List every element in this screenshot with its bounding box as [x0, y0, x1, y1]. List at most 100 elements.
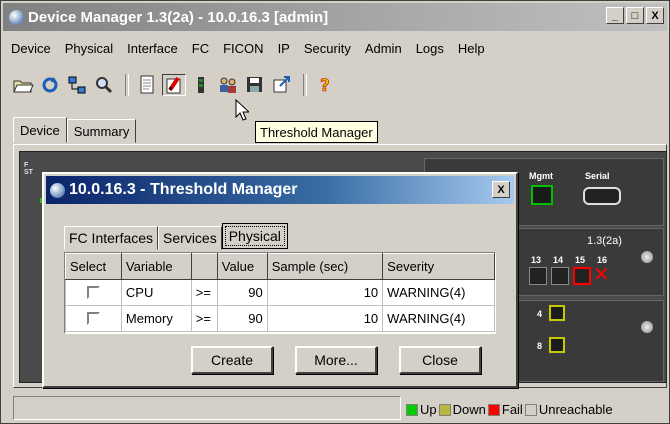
maximize-button[interactable]: □ [626, 7, 644, 24]
variable-cell: CPU [120, 279, 192, 306]
threshold-manager-tooltip: Threshold Manager [255, 121, 378, 143]
dialog-title-bar: 10.0.16.3 - Threshold Manager X [46, 176, 514, 204]
operator-cell: >= [190, 279, 218, 306]
operator-cell: >= [190, 305, 218, 332]
col-severity[interactable]: Severity [382, 253, 495, 280]
tab-physical[interactable]: Physical [221, 223, 288, 249]
sample-cell[interactable]: 10 [266, 305, 384, 332]
col-value[interactable]: Value [216, 253, 268, 280]
tab-fc-interfaces[interactable]: FC Interfaces [64, 226, 159, 250]
threshold-manager-dialog: 10.0.16.3 - Threshold Manager X FC Inter… [42, 172, 518, 388]
menu-fc[interactable]: FC [184, 41, 215, 61]
firmware-version: 1.3(2a) [587, 235, 622, 247]
module-port-4[interactable] [549, 305, 565, 321]
toolbar-separator-2 [303, 74, 307, 96]
main-tabs: Device Summary [13, 117, 137, 143]
variable-cell: Memory [120, 305, 192, 332]
minimize-button[interactable]: _ [606, 7, 624, 24]
mgmt-port[interactable] [531, 185, 553, 205]
tab-device[interactable]: Device [13, 117, 67, 143]
menu-ip[interactable]: IP [270, 41, 296, 61]
dialog-app-icon [50, 182, 65, 198]
col-variable[interactable]: Variable [120, 253, 192, 280]
module-port-8[interactable] [549, 337, 565, 353]
legend-up-swatch [406, 403, 418, 416]
close-button[interactable]: Close [399, 346, 481, 374]
port-13[interactable] [529, 267, 547, 285]
port-15-failed[interactable] [573, 267, 591, 285]
svg-text:?: ? [320, 76, 330, 95]
dialog-close-icon[interactable]: X [492, 181, 510, 198]
port-14-label: 14 [553, 255, 564, 265]
open-icon[interactable] [11, 74, 35, 96]
menu-physical[interactable]: Physical [57, 41, 119, 61]
port-15-label: 15 [575, 255, 586, 265]
status-message-field [13, 396, 401, 420]
legend-fail-swatch [487, 403, 500, 416]
page-icon[interactable] [135, 74, 159, 96]
threshold-table: Select Variable Value Sample (sec) Sever… [64, 252, 496, 334]
menu-device[interactable]: Device [3, 41, 57, 61]
refresh-icon[interactable] [38, 74, 62, 96]
app-icon [9, 9, 24, 25]
value-cell[interactable]: 90 [216, 305, 268, 332]
select-checkbox[interactable] [86, 286, 100, 299]
menu-bar: Device Physical Interface FC FICON IP Se… [3, 41, 491, 61]
threshold-manager-icon[interactable] [162, 74, 186, 96]
status-bar: Up Down Fail Unreachable [13, 394, 667, 422]
legend-unreachable-swatch [524, 403, 537, 416]
screw-icon [641, 251, 653, 263]
close-window-button[interactable]: X [646, 7, 664, 24]
select-cell [65, 305, 122, 332]
col-sample[interactable]: Sample (sec) [266, 253, 384, 280]
legend-down: Down [452, 402, 486, 417]
legend-fail: Fail [501, 402, 523, 417]
table-row[interactable]: CPU >= 90 10 WARNING(4) [65, 279, 495, 306]
zoom-icon[interactable] [92, 74, 116, 96]
network-icon[interactable] [65, 74, 89, 96]
status-legend: Up Down Fail Unreachable [406, 402, 615, 417]
legend-up: Up [420, 402, 437, 417]
mgmt-label: Mgmt [529, 171, 553, 181]
port-13-label: 13 [531, 255, 542, 265]
fail-x-icon: ✕ [593, 264, 610, 286]
col-operator[interactable] [190, 253, 218, 280]
menu-security[interactable]: Security [296, 41, 357, 61]
severity-cell[interactable]: WARNING(4) [382, 305, 495, 332]
col-select[interactable]: Select [65, 253, 122, 280]
menu-help[interactable]: Help [450, 41, 491, 61]
port-14[interactable] [551, 267, 569, 285]
value-cell[interactable]: 90 [216, 279, 268, 306]
serial-label: Serial [585, 171, 610, 181]
toolbar: ? [11, 72, 340, 98]
legend-unreachable: Unreachable [538, 402, 613, 417]
screw-icon-2 [641, 321, 653, 333]
create-button[interactable]: Create [191, 346, 273, 374]
tab-services[interactable]: Services [158, 226, 222, 250]
help-icon[interactable]: ? [313, 74, 337, 96]
serial-port[interactable] [583, 187, 621, 205]
tab-summary[interactable]: Summary [66, 119, 137, 143]
users-icon[interactable] [216, 74, 240, 96]
table-row[interactable]: Memory >= 90 10 WARNING(4) [65, 305, 495, 332]
menu-logs[interactable]: Logs [408, 41, 450, 61]
menu-interface[interactable]: Interface [119, 41, 184, 61]
sample-cell[interactable]: 10 [266, 279, 384, 306]
title-bar: Device Manager 1.3(2a) - 10.0.16.3 [admi… [3, 3, 667, 31]
menu-ficon[interactable]: FICON [215, 41, 269, 61]
module-port-4-label: 4 [537, 309, 543, 319]
select-cell [65, 279, 122, 306]
dialog-title: 10.0.16.3 - Threshold Manager [69, 181, 298, 198]
dialog-tabs: FC Interfaces Services Physical [64, 223, 288, 250]
save-icon[interactable] [243, 74, 267, 96]
bar-icon[interactable] [189, 74, 213, 96]
legend-down-swatch [438, 403, 451, 416]
export-icon[interactable] [270, 74, 294, 96]
severity-cell[interactable]: WARNING(4) [382, 279, 495, 306]
toolbar-separator [125, 74, 129, 96]
menu-admin[interactable]: Admin [357, 41, 408, 61]
more-button[interactable]: More... [295, 346, 377, 374]
window-title: Device Manager 1.3(2a) - 10.0.16.3 [admi… [28, 8, 329, 26]
select-checkbox[interactable] [86, 312, 100, 325]
module-port-8-label: 8 [537, 341, 543, 351]
